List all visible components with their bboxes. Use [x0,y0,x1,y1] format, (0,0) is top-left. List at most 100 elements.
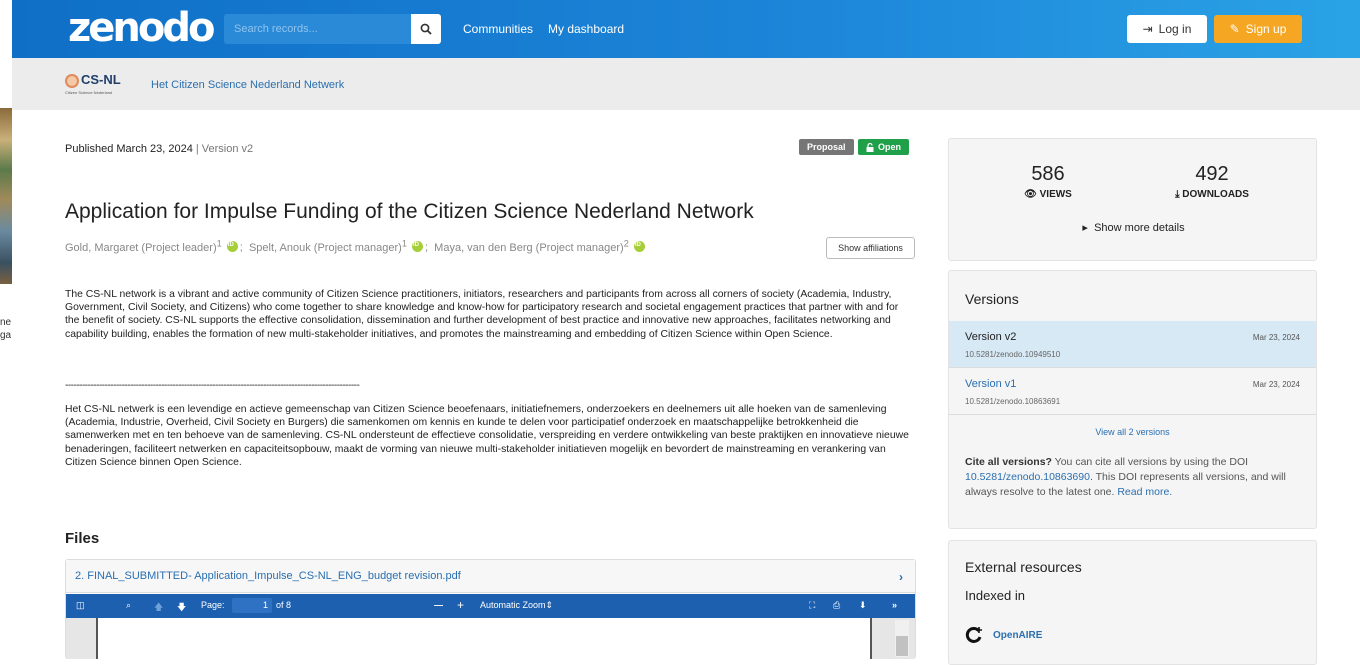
zoom-out-icon[interactable]: — [434,600,443,610]
search-input[interactable] [224,14,411,44]
print-icon[interactable]: ⎙ [833,600,840,611]
access-label: Open [878,142,902,152]
show-affiliations-button[interactable]: Show affiliations [826,237,915,259]
version-date: Mar 23, 2024 [1252,380,1300,389]
page-count: of 8 [276,600,292,610]
version-name: Version v2 [965,331,1017,343]
zoom-select-value: Automatic Zoom [480,600,546,610]
version-label: Version v2 [201,143,254,155]
pdf-scrollbar[interactable] [895,620,909,657]
cite-all-label: Cite all versions? [965,456,1052,468]
views-count: 586 [1031,163,1065,185]
community-bar: CS-NL Citizen Science Nederland Het Citi… [12,58,1360,110]
creator-name: Maya, van den Berg (Project manager) [434,241,624,254]
creator[interactable]: Gold, Margaret (Project leader)1 [65,238,222,254]
signup-button[interactable]: ✎ Sign up [1214,15,1302,43]
concept-doi-link[interactable]: 10.5281/zenodo.10863690 [965,471,1090,483]
creator-separator: ; [424,241,429,254]
downloads-count: 492 [1195,163,1229,185]
cite-all-text: You can cite all versions by using the D… [1051,456,1249,468]
sidebar-toggle-icon[interactable]: ◫ [76,600,85,611]
resource-type-badge: Proposal [799,139,854,155]
orcid-icon[interactable] [633,240,645,252]
login-button[interactable]: ⇥ Log in [1127,15,1207,43]
view-all-versions-link[interactable]: View all 2 versions [949,427,1316,437]
show-more-details-label: Show more details [1094,222,1185,234]
downloads-label-text: DOWNLOADS [1182,189,1249,200]
previous-page-icon[interactable]: 🡅 [154,600,163,616]
file-preview-panel: 2. FINAL_SUBMITTED- Application_Impulse_… [65,559,916,659]
edit-icon: ✎ [1229,22,1240,36]
login-label: Log in [1158,22,1192,36]
version-doi: 10.5281/zenodo.10949510 [965,350,1061,359]
versions-heading: Versions [965,291,1019,307]
creator-name: Gold, Margaret (Project leader) [65,241,217,254]
caret-right-icon: ▸ [1082,222,1088,234]
stats-card: 586 👁 VIEWS 492 ⤓ DOWNLOADS ▸ Show more … [948,138,1317,261]
zenodo-logo[interactable]: zenodo [68,6,215,50]
tools-menu-icon[interactable]: » [892,600,897,610]
views-label-text: VIEWS [1039,189,1072,200]
pdf-viewer-area[interactable] [66,618,915,659]
creator-name: Spelt, Anouk (Project manager) [248,241,402,254]
background-photo [0,108,12,284]
version-date: Mar 23, 2024 [1252,333,1300,342]
publication-info: Published March 23, 2024 | Version v2 [65,143,253,155]
pdf-toolbar: ◫ ⌕ 🡅 🡇 Page: 1 of 8 — + Automatic Zoom⇕… [66,594,915,618]
sign-in-icon: ⇥ [1142,22,1153,36]
creator[interactable]: Spelt, Anouk (Project manager)1 [248,238,407,254]
creator[interactable]: Maya, van den Berg (Project manager)2 [434,238,629,254]
file-name-link[interactable]: 2. FINAL_SUBMITTED- Application_Impulse_… [75,570,461,582]
cite-all-versions: Cite all versions? You can cite all vers… [965,455,1305,500]
search-button[interactable] [411,14,441,44]
nav-communities[interactable]: Communities [463,22,533,36]
indexed-in-label: Indexed in [965,588,1025,603]
separator: | [192,143,202,155]
pdf-page [96,618,872,659]
show-more-details-toggle[interactable]: ▸ Show more details [949,221,1318,234]
eye-icon: 👁 [1024,189,1037,200]
affiliation-number: 1 [216,238,222,248]
read-more-link[interactable]: Read more. [1117,486,1172,498]
versions-card: Versions Version v2 Mar 23, 2024 10.5281… [948,270,1317,529]
views-label: 👁 VIEWS [988,189,1108,200]
chevron-right-icon[interactable]: › [899,570,903,584]
community-link[interactable]: Het Citizen Science Nederland Netwerk [151,79,344,91]
file-header[interactable]: 2. FINAL_SUBMITTED- Application_Impulse_… [66,560,915,593]
external-resources-heading: External resources [965,559,1082,575]
orcid-icon[interactable] [411,240,423,252]
creator-separator: ; [239,241,243,254]
find-icon[interactable]: ⌕ [126,600,131,611]
search-icon [420,23,432,35]
community-logo[interactable]: CS-NL Citizen Science Nederland [65,72,141,96]
orcid-icon[interactable] [226,240,238,252]
community-logo-mark [65,74,79,88]
scrollbar-thumb[interactable] [896,636,908,656]
search-form [224,14,441,44]
external-resources-card: External resources Indexed in OpenAIRE [948,540,1317,665]
top-navbar: zenodo Communities My dashboard ⇥ Log in… [12,0,1360,58]
description-divider: ----------------------------------------… [65,380,360,391]
version-doi: 10.5281/zenodo.10863691 [965,397,1061,406]
version-item-v2[interactable]: Version v2 Mar 23, 2024 10.5281/zenodo.1… [949,321,1316,368]
community-logo-subtext: Citizen Science Nederland [65,90,113,95]
version-name-link[interactable]: Version v1 [965,378,1016,390]
community-logo-text: CS-NL [81,72,121,87]
nav-my-dashboard[interactable]: My dashboard [548,22,624,36]
unlock-icon [866,142,874,152]
access-badge[interactable]: Open [858,139,910,155]
next-page-icon[interactable]: 🡇 [177,600,186,616]
edge-text-line: ne [0,317,12,328]
version-item-v1[interactable]: Version v1 Mar 23, 2024 10.5281/zenodo.1… [949,368,1316,415]
description-dutch: Het CS-NL netwerk is een levendige en ac… [65,404,909,468]
zoom-select[interactable]: Automatic Zoom⇕ [480,600,553,611]
published-date: Published March 23, 2024 [65,143,193,155]
edge-text: ne ga [0,316,11,342]
zoom-in-icon[interactable]: + [457,598,464,612]
presentation-mode-icon[interactable]: ⛶ [809,600,815,611]
download-icon[interactable]: ⬇ [859,600,867,611]
resource-type-label: Proposal [807,142,846,152]
page-number-input[interactable]: 1 [232,598,272,613]
openaire-link[interactable]: OpenAIRE [965,626,1042,644]
edge-text-line: ga [0,330,12,341]
